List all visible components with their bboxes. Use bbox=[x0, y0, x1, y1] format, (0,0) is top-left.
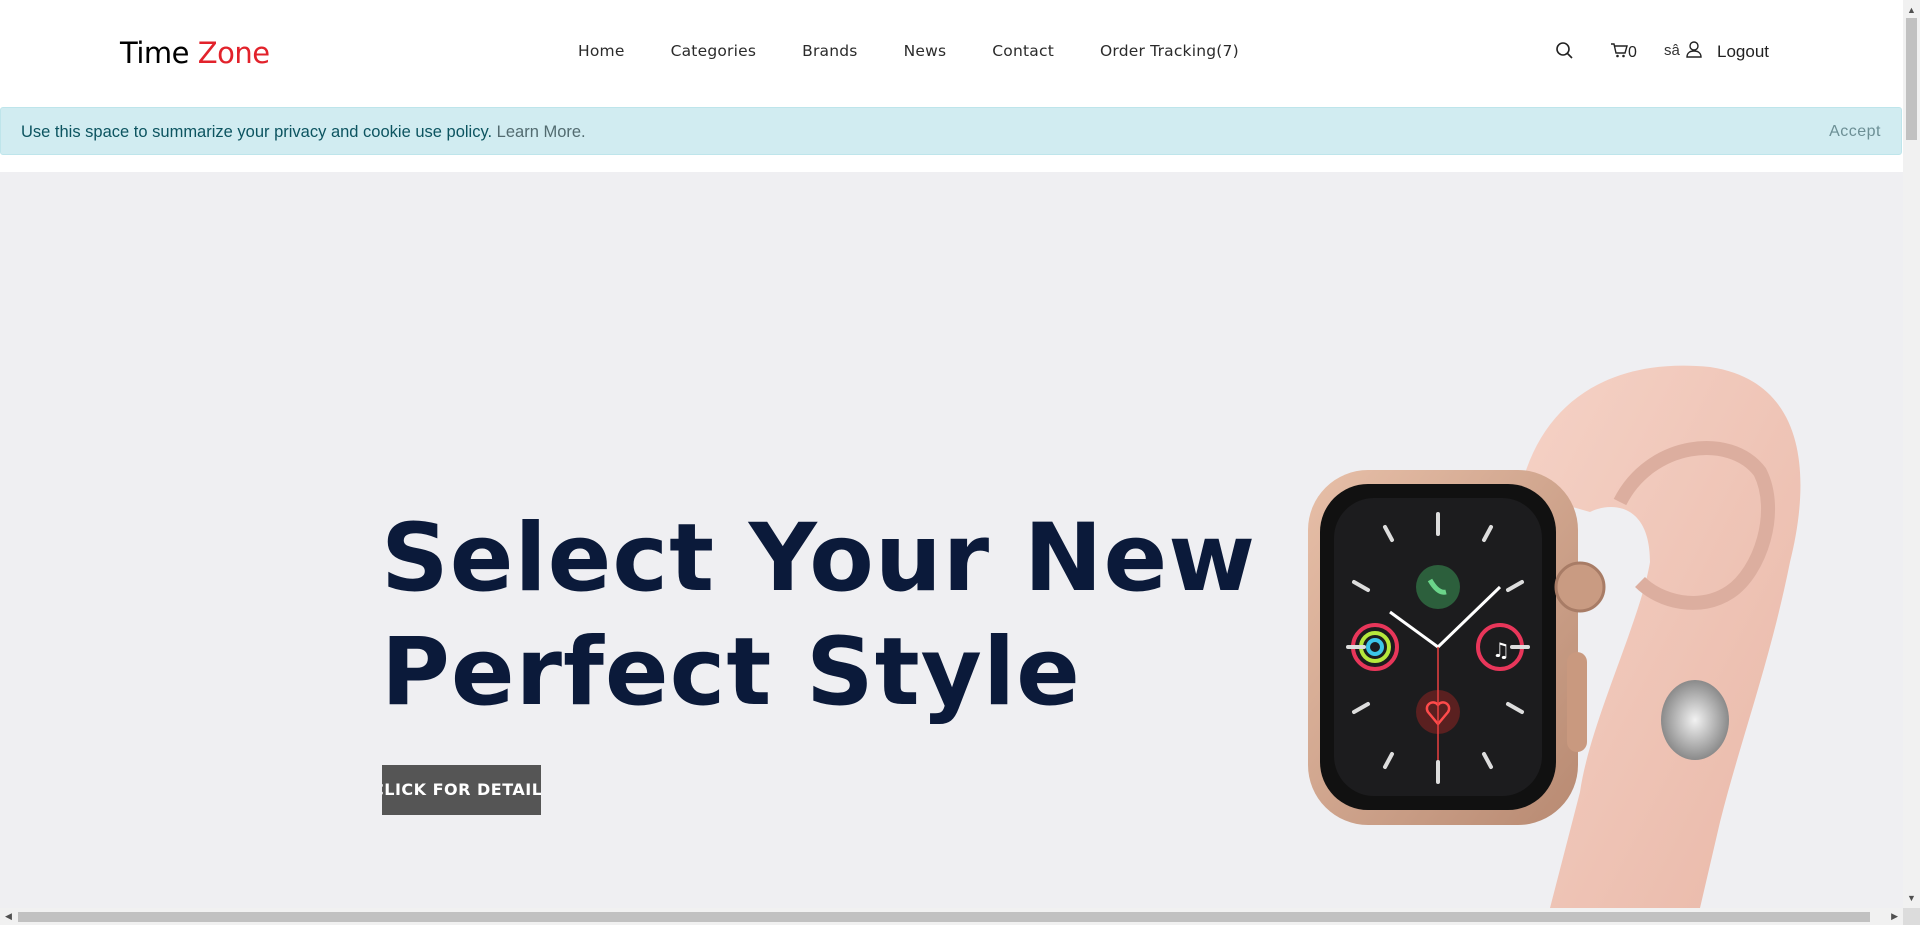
accept-cookies-button[interactable]: Accept bbox=[1829, 123, 1881, 141]
nav-brands[interactable]: Brands bbox=[802, 42, 857, 60]
logout-link[interactable]: Logout bbox=[1717, 42, 1769, 62]
vertical-scrollbar[interactable]: ▲ ▼ bbox=[1903, 0, 1920, 908]
cart-count: 0 bbox=[1628, 43, 1637, 61]
horizontal-scrollbar[interactable]: ◀ ▶ bbox=[0, 908, 1903, 925]
cart-icon bbox=[1610, 40, 1628, 65]
horizontal-scroll-thumb[interactable] bbox=[18, 912, 1870, 922]
nav-news[interactable]: News bbox=[904, 42, 947, 60]
click-for-detail-button[interactable]: CLICK FOR DETAIL bbox=[382, 765, 541, 815]
learn-more-link[interactable]: Learn More. bbox=[497, 123, 586, 141]
nav-order-tracking[interactable]: Order Tracking(7) bbox=[1100, 42, 1239, 60]
logo-text-time: Time bbox=[120, 36, 189, 70]
hero-title-line1: Select Your New bbox=[381, 504, 1257, 613]
nav-home[interactable]: Home bbox=[578, 42, 625, 60]
main-nav: Home Categories Brands News Contact Orde… bbox=[578, 42, 1239, 60]
site-logo[interactable]: Time Zone bbox=[120, 36, 270, 70]
scroll-right-icon[interactable]: ▶ bbox=[1891, 911, 1898, 922]
hero-title-line2: Perfect Style bbox=[381, 618, 1081, 727]
hero-banner: Select Your New Perfect Style CLICK FOR … bbox=[0, 172, 1903, 908]
cookie-banner: Use this space to summarize your privacy… bbox=[0, 107, 1902, 155]
scroll-up-icon[interactable]: ▲ bbox=[1907, 5, 1916, 15]
username-label: sâ bbox=[1664, 42, 1680, 59]
nav-contact[interactable]: Contact bbox=[992, 42, 1054, 60]
cart-button[interactable]: 0 bbox=[1610, 40, 1637, 65]
search-icon[interactable] bbox=[1555, 40, 1575, 67]
hero-button-label: CLICK FOR DETAIL bbox=[382, 780, 541, 799]
user-icon[interactable] bbox=[1685, 40, 1703, 65]
site-header: Time Zone Home Categories Brands News Co… bbox=[0, 0, 1903, 106]
cookie-text: Use this space to summarize your privacy… bbox=[21, 123, 493, 141]
cookie-message: Use this space to summarize your privacy… bbox=[21, 123, 586, 142]
vertical-scroll-thumb[interactable] bbox=[1906, 18, 1917, 140]
logo-text-zone: Zone bbox=[197, 36, 270, 70]
svg-text:♫: ♫ bbox=[1492, 638, 1510, 662]
scroll-down-icon[interactable]: ▼ bbox=[1907, 893, 1916, 903]
scrollbar-corner bbox=[1903, 908, 1920, 925]
scroll-left-icon[interactable]: ◀ bbox=[5, 911, 12, 922]
nav-categories[interactable]: Categories bbox=[671, 42, 757, 60]
hero-title: Select Your New Perfect Style bbox=[381, 502, 1256, 730]
smartwatch-image: ♫ bbox=[1308, 365, 1801, 908]
